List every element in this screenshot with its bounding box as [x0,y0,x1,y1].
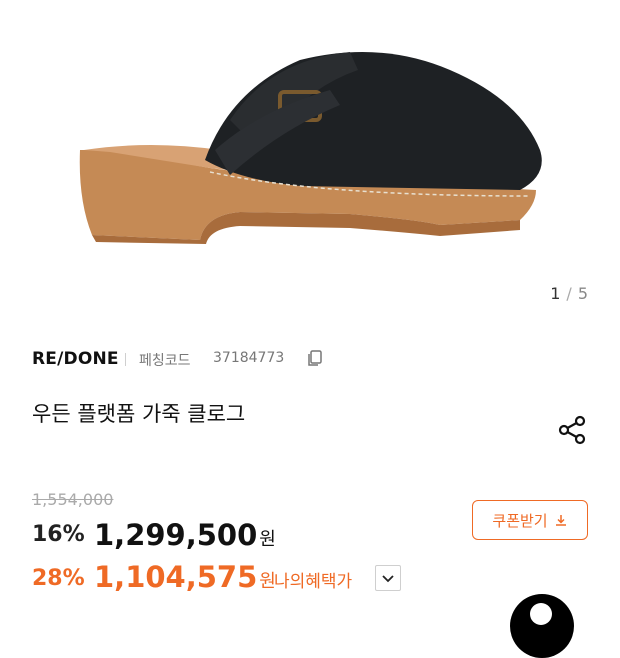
image-counter-total: 5 [577,284,588,303]
copy-icon[interactable] [305,348,325,368]
share-icon[interactable] [556,414,588,446]
product-image-clog [79,52,542,244]
sale-price-currency: 원 [259,529,276,550]
product-title: 우든 플랫폼 가죽 클로그 [32,402,246,426]
image-counter-separator: / [566,284,572,303]
original-price: 1,554,000 [32,490,114,509]
product-image-gallery[interactable]: 1 / 5 [0,0,620,320]
sale-price: 1,299,500 원 [94,518,276,552]
image-counter-current: 1 [550,284,561,303]
brand-divider [125,353,126,366]
download-icon [555,515,566,526]
benefit-details-toggle[interactable] [375,565,401,591]
coupon-download-button[interactable]: 쿠폰받기 [472,500,588,540]
my-benefit-price: 1,104,575 원 [94,560,276,594]
fab-icon [530,603,552,625]
fetching-code-label: 페칭코드 [139,353,191,369]
my-benefit-label: 나의혜택가 [274,572,353,592]
image-counter: 1 / 5 [550,284,588,303]
chevron-down-icon [382,575,394,583]
brand-name[interactable]: RE/DONE [32,349,119,369]
my-discount-rate: 28% [32,566,85,591]
my-benefit-price-value: 1,104,575 [94,560,258,594]
fetching-code-value: 37184773 [213,350,285,366]
discount-rate: 16% [32,522,85,547]
coupon-button-label: 쿠폰받기 [492,511,548,530]
sale-price-value: 1,299,500 [94,518,258,552]
